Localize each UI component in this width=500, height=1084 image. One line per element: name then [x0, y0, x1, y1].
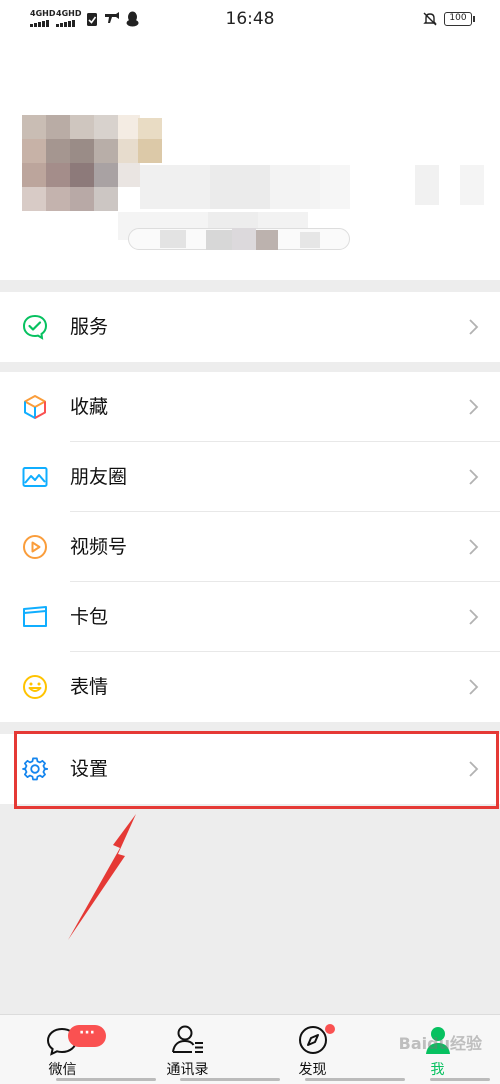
tab-contacts-label: 通讯录	[166, 1062, 209, 1078]
battery-indicator: 100	[444, 12, 475, 26]
tab-chats-label: 微信	[48, 1062, 77, 1078]
cube-icon	[24, 395, 46, 419]
chevron-right-icon	[469, 399, 479, 415]
menu-item-service[interactable]: 服务	[0, 292, 500, 362]
stickers-label: 表情	[70, 676, 109, 698]
home-indicator	[430, 1078, 490, 1081]
wallet-icon	[23, 606, 47, 627]
home-indicator	[180, 1078, 280, 1081]
annotation-arrow-icon	[68, 814, 136, 940]
service-icon	[22, 314, 48, 340]
new-dot	[325, 1024, 335, 1034]
unread-badge: ···	[68, 1025, 106, 1047]
mute-bell-icon	[423, 12, 437, 26]
features-group: 收藏 朋友圈 视频号 卡包 表情	[0, 372, 500, 722]
cards-label: 卡包	[70, 606, 109, 628]
chevron-right-icon	[469, 679, 479, 695]
image-icon	[22, 467, 48, 487]
contacts-icon	[172, 1025, 203, 1053]
status-bar: 4GHD 4GHD 16:48 100	[0, 0, 500, 40]
tab-chats[interactable]: ··· 微信	[0, 1015, 125, 1084]
moments-label: 朋友圈	[70, 466, 128, 488]
menu-item-stickers[interactable]: 表情	[0, 652, 500, 722]
highlight-box	[14, 731, 499, 809]
service-label: 服务	[70, 316, 109, 338]
watermark: Baidu经验	[398, 1034, 482, 1053]
menu-item-channels[interactable]: 视频号	[0, 512, 500, 582]
tab-discover[interactable]: 发现	[250, 1015, 375, 1084]
home-indicator	[305, 1078, 405, 1081]
tab-discover-label: 发现	[298, 1062, 327, 1078]
chevron-right-icon	[469, 319, 479, 335]
home-indicator	[56, 1078, 156, 1081]
profile-header[interactable]	[0, 40, 500, 280]
favorites-label: 收藏	[70, 396, 109, 418]
tab-contacts[interactable]: 通讯录	[125, 1015, 250, 1084]
smiley-icon	[23, 675, 47, 699]
chevron-right-icon	[469, 539, 479, 555]
play-circle-icon	[23, 535, 47, 559]
tab-me-label: 我	[430, 1062, 445, 1078]
menu-item-moments[interactable]: 朋友圈	[0, 442, 500, 512]
menu-item-cards[interactable]: 卡包	[0, 582, 500, 652]
menu-item-favorites[interactable]: 收藏	[0, 372, 500, 442]
chevron-right-icon	[469, 609, 479, 625]
service-group: 服务	[0, 292, 500, 362]
channels-label: 视频号	[70, 536, 128, 558]
chevron-right-icon	[469, 469, 479, 485]
